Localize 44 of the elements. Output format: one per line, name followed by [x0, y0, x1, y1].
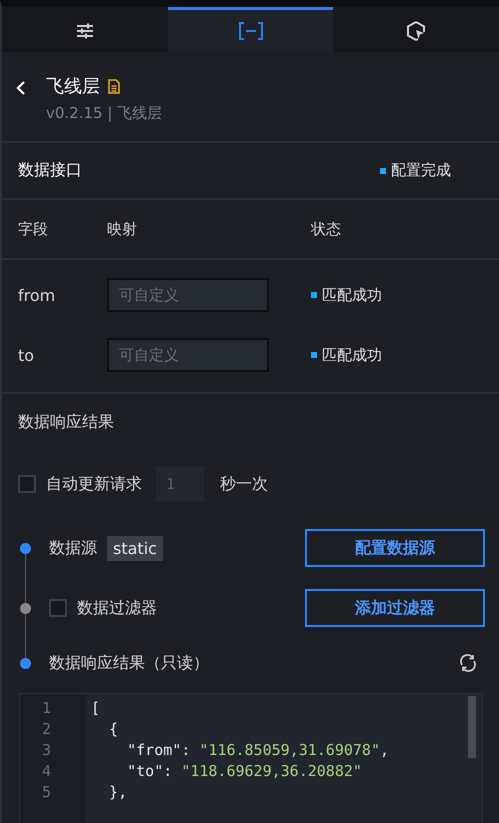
code-editor[interactable]: 1 2 3 4 5 [ { "from": "116.85059,31.69078", "to": "118.69629,36.20882" },: [19, 693, 483, 823]
mapping-input[interactable]: 可自定义: [107, 278, 269, 312]
mapping-input[interactable]: 可自定义: [107, 338, 269, 372]
field-name: from: [18, 286, 56, 304]
component-title: 飞线层: [46, 75, 100, 98]
code-line: },: [108, 782, 128, 803]
hexagon-pointer-icon: [406, 21, 426, 41]
column-header: 字段: [18, 220, 49, 238]
code-line: {: [108, 719, 120, 740]
step-label: 数据过滤器: [77, 598, 157, 618]
refresh-icon[interactable]: [459, 654, 477, 672]
field-name: to: [18, 346, 36, 364]
code-line: "to": "118.69629,36.20882": [126, 761, 363, 782]
sliders-icon: [76, 23, 94, 39]
status-text: 匹配成功: [322, 286, 382, 304]
status-text: 匹配成功: [322, 346, 382, 364]
version-text: v0.2.15 | 飞线层: [46, 104, 162, 123]
line-number: 4: [41, 761, 52, 782]
add-filter-button[interactable]: 添加过滤器: [305, 589, 485, 627]
line-number: 5: [41, 782, 52, 803]
section-title: 数据响应结果: [18, 412, 114, 432]
unit-label: 秒一次: [220, 474, 268, 494]
tab[interactable]: [168, 7, 334, 52]
status-text: 配置完成: [391, 161, 451, 180]
code-line: [: [91, 698, 102, 719]
step-label: 数据响应结果（只读）: [49, 652, 209, 674]
line-number: 2: [41, 719, 52, 740]
configure-source-button[interactable]: 配置数据源: [305, 529, 485, 567]
brackets-icon: [238, 22, 262, 40]
source-tag: static: [107, 536, 163, 560]
line-number: 3: [41, 740, 52, 761]
document-icon[interactable]: [108, 78, 120, 94]
back-icon[interactable]: [16, 80, 26, 96]
section-title: 数据接口: [18, 160, 82, 181]
checkbox[interactable]: [18, 475, 36, 493]
code-line: "from": "116.85059,31.69078",: [126, 740, 390, 761]
line-number: 1: [41, 698, 52, 719]
checkbox-label: 自动更新请求: [46, 474, 142, 494]
scrollbar[interactable]: [468, 696, 476, 758]
interval-input[interactable]: 1: [156, 466, 204, 502]
column-header: 状态: [311, 220, 342, 238]
checkbox[interactable]: [49, 599, 67, 617]
column-header: 映射: [107, 220, 138, 238]
step-label: 数据源: [49, 538, 97, 558]
